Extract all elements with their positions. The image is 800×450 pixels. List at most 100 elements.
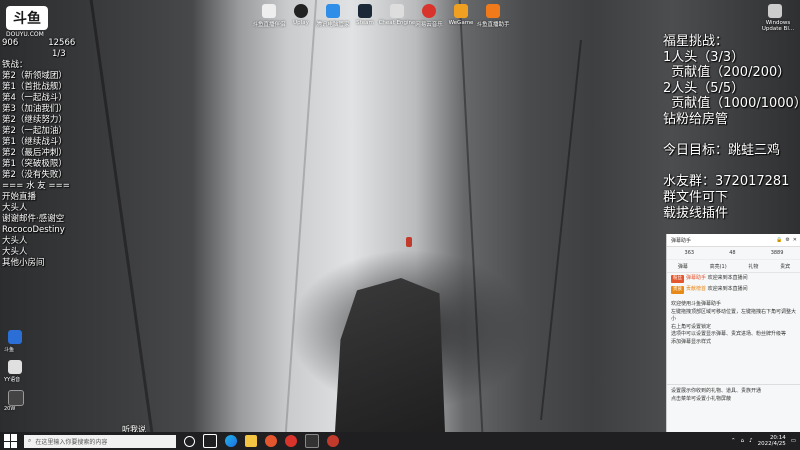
left-line: === 水 友 === (2, 181, 70, 191)
chat-title: 弹幕助手 (671, 237, 692, 244)
left-line: 第1（突破极限） (2, 159, 67, 169)
footer-line: 点击菜单可设置小礼物屏蔽 (671, 395, 732, 402)
chat-window-controls: 🔒 ⚙ ✕ (776, 237, 797, 243)
dark-rock-pillar (335, 278, 445, 432)
notice-line: 欢迎使用斗鱼弹幕助手 (671, 301, 722, 307)
logo-main: 斗鱼 (6, 6, 48, 30)
chat-message: 贵族 贡献榜首 欢迎来到本直播间 (667, 284, 800, 295)
chat-stats: 363 48 3889 (667, 247, 800, 260)
tencent-pc-manager-icon[interactable] (326, 4, 340, 18)
left-line: 第1（首批战舰） (2, 82, 67, 92)
chat-notice: 欢迎使用斗鱼弹幕助手 左键拖拽顶部区域可移动位置，左键拖拽右下角可调整大小 右上… (667, 295, 800, 346)
tab-gifts[interactable]: 礼物 (748, 263, 758, 270)
footer-line: 设置展示你收到的礼物、道具、贵族开通 (671, 388, 762, 394)
right-line: 今日目标：跳蛙三鸡 (663, 143, 781, 159)
right-line: 2人头（5/5） (663, 80, 745, 96)
desktop-icon-label: Windows Update Bl... (761, 20, 795, 32)
left-line: 大头人 (2, 203, 28, 213)
chat-tabs: 弹幕 高亮(1) 礼物 贵宾 (667, 260, 800, 273)
left-line: 铁战： (2, 60, 28, 70)
douyu-companion-icon[interactable] (262, 4, 276, 18)
chat-username: 弹幕助手 (686, 275, 707, 281)
desktop-icon-label: 20W (4, 406, 16, 412)
netease-music-icon[interactable] (422, 4, 436, 18)
left-line: 第2（继续努力） (2, 115, 67, 125)
right-line: 钻粉给房管 (663, 111, 729, 127)
chat-text: 欢迎来到本直播间 (707, 286, 748, 292)
lock-icon[interactable]: 🔒 (776, 237, 782, 243)
search-icon: ⌕ (28, 437, 32, 444)
chevron-up-icon[interactable]: ⌃ (731, 438, 736, 444)
left-line: 第3（加油我们） (2, 104, 67, 114)
desktop-icon-label: YY语音 (4, 377, 21, 383)
file-explorer-icon[interactable] (245, 435, 257, 447)
room-id: 12566 (48, 38, 76, 48)
chat-footer: 设置展示你收到的礼物、道具、贵族开通 点击菜单可设置小礼物屏蔽 (667, 384, 800, 406)
app-icon[interactable] (8, 390, 24, 406)
obs-taskbar-icon[interactable] (305, 434, 319, 448)
chat-text: 欢迎来到本直播间 (707, 275, 748, 281)
left-line: 第2（没有失败） (2, 170, 67, 180)
left-line: 第2（一起加油） (2, 126, 67, 136)
app-icon[interactable] (8, 360, 22, 374)
search-placeholder: 在这里输入你要搜索的内容 (35, 438, 108, 446)
clock-date: 2022/4/25 (757, 441, 786, 447)
network-icon[interactable]: ⌂ (741, 438, 745, 444)
edge-icon[interactable] (225, 435, 237, 447)
notice-line: 左键拖拽顶部区域可移动位置，左键拖拽右下角可调整大小 (671, 308, 797, 323)
rock-crack (458, 0, 484, 432)
message-count: 48 (729, 250, 736, 256)
taskbar-clock[interactable]: 20:14 2022/4/25 (758, 435, 786, 447)
left-line: 第4（一起战斗） (2, 93, 67, 103)
left-line: 其他小房间 (2, 258, 45, 268)
notice-line: 选项中可以设置显示弹幕、贵宾进场、粉丝牌升级等 (671, 331, 787, 337)
room-number: 906 (2, 38, 19, 48)
gift-count: 3889 (770, 250, 784, 256)
app-icon[interactable] (8, 330, 22, 344)
left-line: 第1（继续战斗） (2, 137, 67, 147)
netease-taskbar-icon[interactable] (285, 435, 297, 447)
douyu-assistant-icon[interactable] (486, 4, 500, 18)
right-line: 载拔线插件 (663, 205, 729, 221)
settings-icon[interactable]: ⚙ (785, 237, 789, 243)
left-overlay-panel: 906 12566 1/3 铁战： 第2（新领域团） 第1（首批战舰） 第4（一… (2, 38, 102, 269)
tab-danmaku[interactable]: 弹幕 (678, 263, 688, 270)
desktop-icon-label: 斗鱼直播助手 (476, 22, 510, 28)
noble-badge: 贵族 (671, 286, 684, 294)
notification-icon[interactable]: ▭ (791, 438, 796, 444)
chat-header[interactable]: 弹幕助手 🔒 ⚙ ✕ (667, 234, 800, 247)
taskbar-search[interactable]: ⌕ 在这里输入你要搜索的内容 (24, 434, 176, 448)
douyu-taskbar-icon[interactable] (265, 435, 277, 447)
left-line: 第2（新领域团） (2, 71, 67, 81)
right-line: 贡献值（1000/1000） (663, 96, 800, 112)
task-view-icon[interactable] (203, 434, 217, 448)
cortana-icon[interactable] (184, 435, 195, 447)
tab-highlight[interactable]: 高亮(1) (710, 263, 727, 270)
right-line: 福星挑战： (663, 34, 729, 49)
ratio: 1/3 (52, 49, 66, 59)
left-line: RococoDestiny (2, 225, 65, 235)
windows-update-icon[interactable] (768, 4, 782, 18)
left-line: 第2（最后冲刺） (2, 148, 67, 158)
app-taskbar-icon[interactable] (327, 435, 339, 447)
left-line: 大头人 (2, 247, 28, 257)
notice-line: 添加弹幕显示样式 (671, 338, 712, 345)
right-line: 1人头（3/3） (663, 49, 745, 65)
taskbar: ⌕ 在这里输入你要搜索的内容 ⌃ ⌂ ♪ 20:14 2022/4/25 ▭ (0, 432, 800, 450)
close-icon[interactable]: ✕ (793, 237, 797, 243)
right-line: 贡献值（200/200） (663, 65, 791, 81)
wegame-icon[interactable] (454, 4, 468, 18)
right-line: 水友群：372017281 (663, 174, 790, 190)
volume-icon[interactable]: ♪ (749, 438, 753, 444)
douyu-logo: 斗鱼 DOUYU.COM (6, 6, 58, 42)
fan-badge: 粉丝 (671, 275, 684, 283)
uplay-icon[interactable] (294, 4, 308, 18)
tab-vip[interactable]: 贵宾 (780, 263, 790, 270)
steam-icon[interactable] (358, 4, 372, 18)
chat-message: 粉丝 弹幕助手 欢迎来到本直播间 (667, 273, 800, 284)
right-line: 群文件可下 (663, 189, 729, 205)
danmaku-chat-panel[interactable]: 弹幕助手 🔒 ⚙ ✕ 363 48 3889 弹幕 高亮(1) 礼物 贵宾 粉丝… (666, 234, 800, 432)
windows-start-icon[interactable] (4, 434, 18, 448)
cheat-engine-icon[interactable] (390, 4, 404, 18)
